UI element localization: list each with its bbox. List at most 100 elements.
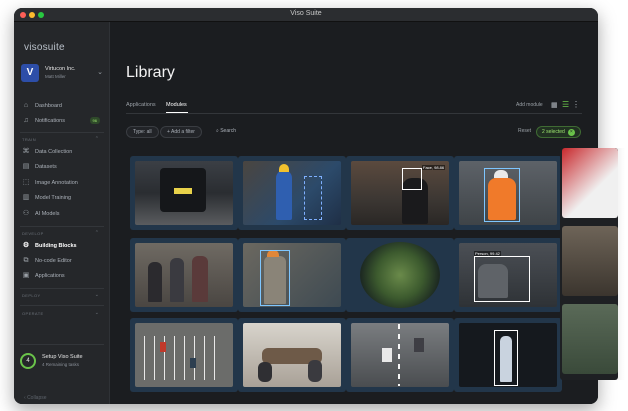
divider (20, 344, 104, 345)
module-tile-person-detection[interactable]: Person, 99.42 (454, 238, 562, 312)
sidebar-item-label: No-code Editor (35, 258, 72, 264)
car-shape (382, 348, 392, 362)
annotation-icon: ⬚ (22, 179, 30, 186)
list-view-icon[interactable]: ☰ (562, 100, 569, 109)
module-tile-workers-pose[interactable] (238, 156, 346, 230)
training-icon: ▥ (22, 194, 30, 201)
selected-label: 2 selected (542, 129, 565, 135)
module-tile-helmet-worker[interactable] (454, 156, 562, 230)
sidebar-item-applications[interactable]: ▣ Applications (22, 270, 104, 282)
divider (20, 226, 104, 227)
person-shape (170, 258, 184, 302)
search-label: Search (220, 128, 237, 134)
module-tile-safety-lock[interactable] (562, 148, 618, 218)
divider (20, 288, 104, 289)
collapse-label: Collapse (27, 395, 47, 401)
brand-logo: visosuite (24, 42, 65, 53)
sidebar-item-label: Image Annotation (35, 180, 78, 186)
overflow-tiles-panel (560, 148, 618, 380)
chevron-down-icon[interactable]: ⌄ (95, 292, 99, 298)
module-tile-meeting-room[interactable] (238, 318, 346, 392)
sidebar-item-datasets[interactable]: ▤ Datasets (22, 161, 104, 173)
sidebar-item-model-training[interactable]: ▥ Model Training (22, 192, 104, 204)
section-label-deploy[interactable]: DEPLOY (22, 293, 41, 298)
selected-count-pill[interactable]: 2 selected × (536, 126, 581, 138)
setup-progress-ring: 4 (20, 353, 36, 369)
collapse-button[interactable]: ‹ Collapse (24, 395, 47, 401)
sidebar-item-label: Building Blocks (35, 243, 77, 249)
sidebar-item-dashboard[interactable]: ⌂ Dashboard (22, 100, 104, 112)
more-options-icon[interactable]: ⋮ (572, 100, 580, 109)
search-button[interactable]: ⌕ Search (216, 128, 236, 134)
collection-icon: ⌘ (22, 148, 30, 155)
module-tile-pedestrian-walk[interactable] (454, 318, 562, 392)
tab-modules[interactable]: Modules (166, 102, 187, 108)
sidebar-item-label: Data Collection (35, 149, 73, 155)
module-tile-rail-platform[interactable] (562, 304, 618, 374)
org-user: Matt Miller (45, 74, 66, 79)
parking-lines (144, 336, 224, 380)
face-box-label: Face, 98.86 (422, 165, 446, 170)
module-tile-parking-lot[interactable] (130, 318, 238, 392)
chevron-up-icon[interactable]: ⌃ (95, 136, 99, 142)
title-bar: Viso Suite (14, 8, 598, 22)
hardhat-shape (279, 164, 289, 172)
module-tile-face-detection[interactable]: Face, 98.86 (346, 156, 454, 230)
datasets-icon: ▤ (22, 163, 30, 170)
setup-title: Setup Viso Suite (42, 354, 83, 360)
car-shape (414, 338, 424, 352)
sidebar-item-notifications[interactable]: ♫ Notifications 96 (22, 115, 104, 127)
sidebar-item-label: Model Training (35, 195, 72, 201)
person-bounding-box (494, 330, 518, 386)
app-window: Viso Suite visosuite V Virtucon Inc. Mat… (14, 8, 598, 404)
clear-selection-icon[interactable]: × (567, 129, 575, 136)
person-box-label: Person, 99.42 (474, 251, 501, 256)
chevron-down-icon[interactable]: ⌄ (95, 310, 99, 316)
org-logo: V (21, 64, 39, 82)
sidebar-item-data-collection[interactable]: ⌘ Data Collection (22, 146, 104, 158)
section-label-develop: DEVELOP (22, 231, 44, 236)
divider (20, 305, 104, 306)
org-switcher[interactable]: V Virtucon Inc. Matt Miller ⌄ (21, 64, 105, 86)
chevron-down-icon: ⌄ (97, 69, 103, 76)
grid-view-icon[interactable]: ▦ (551, 101, 558, 109)
license-plate (174, 188, 192, 194)
sidebar-item-label: AI Models (35, 211, 60, 217)
add-filter-button[interactable]: + Add a filter (160, 126, 202, 138)
setup-subtitle: 4 Remaining tasks (42, 362, 80, 367)
module-tile-car-plate[interactable] (130, 156, 238, 230)
window-title: Viso Suite (290, 10, 322, 17)
apps-icon: ▣ (22, 272, 30, 279)
face-bounding-box (402, 168, 422, 190)
org-name: Virtucon Inc. (45, 66, 76, 72)
section-label-operate[interactable]: OPERATE (22, 311, 44, 316)
module-tile-crowd-hall[interactable] (562, 226, 618, 296)
module-tile-worker-machine[interactable] (238, 238, 346, 312)
divider (20, 132, 104, 133)
module-tile-fisheye-store[interactable] (346, 238, 454, 312)
setup-widget[interactable]: 4 Setup Viso Suite 4 Remaining tasks (20, 352, 104, 374)
person-shape (148, 262, 162, 302)
sidebar-item-label: Applications (35, 273, 65, 279)
pose-skeleton (304, 176, 322, 220)
reset-button[interactable]: Reset (518, 128, 531, 134)
page-title: Library (126, 64, 175, 81)
models-icon: ⚇ (22, 210, 30, 217)
type-filter[interactable]: Type: all (126, 126, 159, 138)
module-tile-people-counting[interactable] (130, 238, 238, 312)
module-tile-traffic-road[interactable] (346, 318, 454, 392)
home-icon: ⌂ (23, 102, 29, 109)
notifications-badge: 96 (89, 117, 100, 124)
sidebar-item-ai-models[interactable]: ⚇ AI Models (22, 208, 104, 220)
sidebar-item-building-blocks[interactable]: ⚙ Building Blocks (22, 240, 104, 252)
sidebar-item-image-annotation[interactable]: ⬚ Image Annotation (22, 177, 104, 189)
lane-marking (398, 324, 400, 386)
tab-applications[interactable]: Applications (126, 102, 156, 108)
worker-bounding-box (484, 168, 520, 222)
sidebar-item-no-code-editor[interactable]: ⧉ No-code Editor (22, 255, 104, 267)
chevron-up-icon[interactable]: ⌃ (95, 230, 99, 236)
add-module-button[interactable]: Add module (516, 102, 543, 108)
person-shape (308, 360, 322, 382)
person-shape (258, 362, 272, 382)
worker-figure (276, 170, 292, 220)
